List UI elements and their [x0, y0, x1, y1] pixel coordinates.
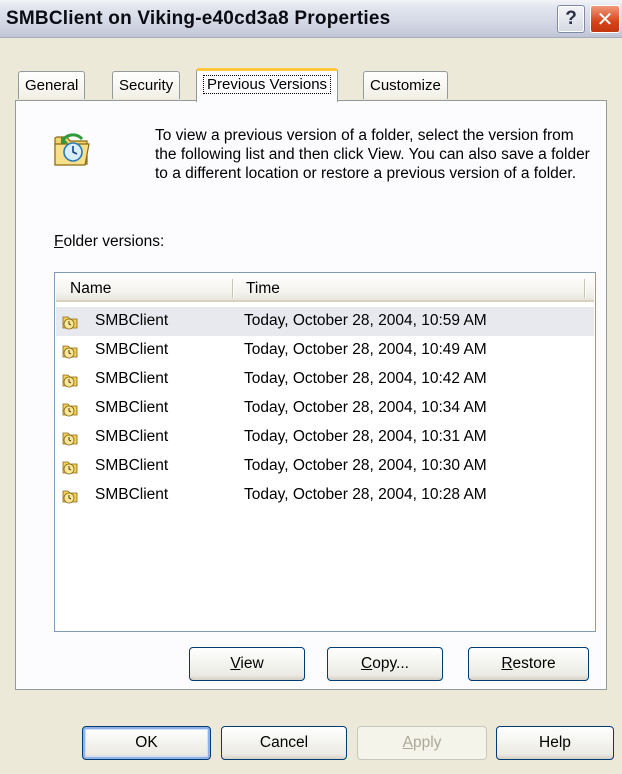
row-name: SMBClient	[95, 428, 169, 445]
label-rest: older versions:	[63, 233, 165, 250]
restore-button[interactable]: Restore	[468, 647, 589, 681]
list-item[interactable]: SMBClient Today, October 28, 2004, 10:49…	[56, 336, 594, 365]
button-label: OK	[135, 734, 158, 751]
button-label: Help	[539, 734, 571, 751]
row-name: SMBClient	[95, 312, 169, 329]
close-icon: ✕	[596, 8, 614, 31]
folder-clock-icon	[62, 490, 78, 504]
description-text: To view a previous version of a folder, …	[155, 127, 590, 182]
versions-list[interactable]: Name Time SMBClient Today, October 28, 2…	[54, 272, 596, 632]
list-header: Name Time	[56, 274, 594, 302]
button-label: estore	[512, 655, 556, 672]
title-bar[interactable]: SMBClient on Viking-e40cd3a8 Properties …	[0, 0, 622, 38]
tab-general[interactable]: General	[18, 71, 86, 99]
row-time: Today, October 28, 2004, 10:49 AM	[244, 341, 487, 358]
row-time: Today, October 28, 2004, 10:30 AM	[244, 457, 487, 474]
row-time: Today, October 28, 2004, 10:42 AM	[244, 370, 487, 387]
close-button[interactable]: ✕	[590, 5, 620, 33]
mnemonic: C	[361, 655, 373, 672]
folder-versions-label: Folder versions:	[54, 233, 164, 251]
button-label: pply	[412, 734, 442, 751]
folder-clock-icon	[62, 345, 78, 359]
row-time: Today, October 28, 2004, 10:28 AM	[244, 486, 487, 503]
column-divider[interactable]	[232, 279, 234, 298]
button-label: iew	[240, 655, 264, 672]
tab-label: Previous Versions	[203, 75, 332, 94]
tab-label: Customize	[370, 77, 441, 94]
tab-label: General	[25, 77, 79, 94]
tab-label: Security	[119, 77, 174, 94]
row-time: Today, October 28, 2004, 10:34 AM	[244, 399, 487, 416]
folder-clock-icon	[62, 316, 78, 330]
list-item[interactable]: SMBClient Today, October 28, 2004, 10:30…	[56, 452, 594, 481]
cancel-button[interactable]: Cancel	[221, 726, 347, 760]
tab-previous-versions[interactable]: Previous Versions	[196, 68, 339, 102]
view-button[interactable]: View	[189, 647, 305, 681]
row-name: SMBClient	[95, 341, 169, 358]
button-label: Cancel	[259, 734, 309, 751]
row-time: Today, October 28, 2004, 10:59 AM	[244, 312, 487, 329]
ok-button[interactable]: OK	[82, 726, 211, 760]
help-title-button[interactable]: ?	[557, 5, 585, 33]
question-mark-icon: ?	[565, 8, 577, 29]
window-title: SMBClient on Viking-e40cd3a8 Properties	[6, 8, 391, 29]
folder-clock-icon	[62, 461, 78, 475]
folder-restore-clock-icon	[54, 133, 90, 166]
mnemonic: A	[402, 734, 413, 751]
list-item[interactable]: SMBClient Today, October 28, 2004, 10:59…	[56, 307, 594, 336]
help-button[interactable]: Help	[496, 726, 614, 760]
row-name: SMBClient	[95, 486, 169, 503]
button-label: opy...	[372, 655, 409, 672]
list-item[interactable]: SMBClient Today, October 28, 2004, 10:31…	[56, 423, 594, 452]
folder-clock-icon	[62, 403, 78, 417]
mnemonic: R	[501, 655, 513, 672]
list-item[interactable]: SMBClient Today, October 28, 2004, 10:28…	[56, 481, 594, 510]
row-name: SMBClient	[95, 399, 169, 416]
list-item[interactable]: SMBClient Today, October 28, 2004, 10:42…	[56, 365, 594, 394]
list-item[interactable]: SMBClient Today, October 28, 2004, 10:34…	[56, 394, 594, 423]
apply-button[interactable]: Apply	[357, 726, 487, 760]
column-header-name[interactable]: Name	[70, 280, 111, 298]
column-header-time[interactable]: Time	[246, 280, 280, 298]
tab-security[interactable]: Security	[112, 71, 181, 99]
properties-dialog: SMBClient on Viking-e40cd3a8 Properties …	[0, 0, 622, 774]
column-divider[interactable]	[584, 279, 586, 298]
row-time: Today, October 28, 2004, 10:31 AM	[244, 428, 487, 445]
mnemonic: V	[230, 655, 241, 672]
row-name: SMBClient	[95, 370, 169, 387]
tab-customize[interactable]: Customize	[363, 71, 448, 99]
folder-clock-icon	[62, 432, 78, 446]
row-name: SMBClient	[95, 457, 169, 474]
folder-clock-icon	[62, 374, 78, 388]
copy-button[interactable]: Copy...	[327, 647, 443, 681]
